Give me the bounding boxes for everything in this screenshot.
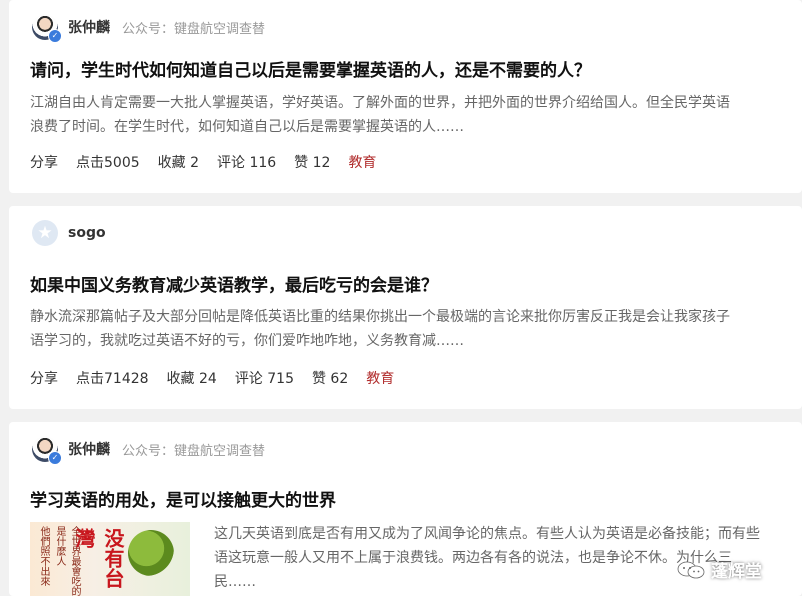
verified-badge-icon: ✓ bbox=[48, 451, 62, 465]
post-title[interactable]: 学习英语的用处，是可以接触更大的世界 bbox=[30, 486, 336, 511]
avatar[interactable]: ✓ bbox=[32, 436, 62, 465]
thumbnail-caption: 他們照不出來 bbox=[38, 526, 49, 586]
author-row: ✓ 张仲麟 公众号：键盘航空调查替 bbox=[32, 14, 266, 43]
excerpt-line: 语学习的，我就吃过英语不好的亏，你们爱咋地咋地，义务教育减…… bbox=[30, 333, 464, 349]
feed-card[interactable]: ★ sogo 如果中国义务教育减少英语教学，最后吃亏的会是谁？ 静水流深那篇帖子… bbox=[9, 206, 802, 409]
share-button[interactable]: 分享 bbox=[30, 152, 58, 172]
watermark-text: 蓬辉堂 bbox=[711, 562, 762, 582]
author-name[interactable]: 张仲麟 bbox=[68, 439, 110, 459]
excerpt-line: 浪费了时间。在学生时代，如何知道自己以后是需要掌握英语的人…… bbox=[30, 119, 464, 135]
like-button[interactable]: 赞 12 bbox=[294, 152, 330, 172]
feed-card[interactable]: ✓ 张仲麟 公众号：键盘航空调查替 请问，学生时代如何知道自己以后是需要掌握英语… bbox=[9, 0, 802, 193]
feed-card[interactable]: ✓ 张仲麟 公众号：键盘航空调查替 学习英语的用处，是可以接触更大的世界 他們照… bbox=[9, 422, 802, 596]
comment-button[interactable]: 评论 715 bbox=[235, 368, 294, 388]
author-source: 公众号：键盘航空调查替 bbox=[122, 443, 266, 459]
favorite-button[interactable]: 收藏 2 bbox=[158, 152, 199, 172]
favorite-button[interactable]: 收藏 24 bbox=[167, 368, 217, 388]
post-meta: 分享 点击71428 收藏 24 评论 715 赞 62 教育 bbox=[30, 368, 412, 388]
author-name[interactable]: 张仲麟 bbox=[68, 17, 110, 37]
excerpt-line: 江湖自由人肯定需要一大批人掌握英语，学好英语。了解外面的世界，并把外面的世界介绍… bbox=[30, 95, 730, 111]
avatar[interactable]: ✓ bbox=[32, 14, 62, 43]
post-excerpt: 江湖自由人肯定需要一大批人掌握英语，学好英语。了解外面的世界，并把外面的世界介绍… bbox=[30, 91, 802, 139]
author-name[interactable]: sogo bbox=[68, 225, 106, 241]
frog-illustration-icon bbox=[128, 530, 174, 576]
wechat-icon bbox=[677, 561, 705, 578]
star-icon: ★ bbox=[37, 223, 53, 243]
author-row: ★ sogo bbox=[32, 220, 106, 246]
watermark: 蓬辉堂 bbox=[677, 557, 762, 582]
avatar[interactable]: ★ bbox=[32, 220, 58, 246]
thumbnail-title: 没有台灣 bbox=[72, 528, 125, 588]
click-count: 点击5005 bbox=[76, 155, 140, 171]
excerpt-line: 这几天英语到底是否有用又成为了风闻争论的焦点。有些人认为英语是必备技能；而有些 bbox=[214, 526, 760, 542]
share-button[interactable]: 分享 bbox=[30, 368, 58, 388]
verified-badge-icon: ✓ bbox=[48, 29, 62, 43]
excerpt-line: 静水流深那篇帖子及大部分回帖是降低英语比重的结果你挑出一个最极端的言论来批你厉害… bbox=[30, 309, 730, 325]
like-button[interactable]: 赞 62 bbox=[312, 368, 348, 388]
post-title[interactable]: 请问，学生时代如何知道自己以后是需要掌握英语的人，还是不需要的人？ bbox=[30, 56, 591, 81]
category-tag[interactable]: 教育 bbox=[366, 368, 394, 388]
post-excerpt: 静水流深那篇帖子及大部分回帖是降低英语比重的结果你挑出一个最极端的言论来批你厉害… bbox=[30, 305, 802, 353]
category-tag[interactable]: 教育 bbox=[348, 152, 376, 172]
comment-button[interactable]: 评论 116 bbox=[217, 152, 276, 172]
click-count: 点击71428 bbox=[76, 371, 149, 387]
post-meta: 分享 点击5005 收藏 2 评论 116 赞 12 教育 bbox=[30, 152, 394, 172]
post-title[interactable]: 如果中国义务教育减少英语教学，最后吃亏的会是谁？ bbox=[30, 271, 438, 296]
post-thumbnail[interactable]: 他們照不出來 全世界最會吃的是什麼人 没有台灣 bbox=[30, 522, 190, 596]
author-row: ✓ 张仲麟 公众号：键盘航空调查替 bbox=[32, 436, 266, 465]
author-source: 公众号：键盘航空调查替 bbox=[122, 21, 266, 37]
